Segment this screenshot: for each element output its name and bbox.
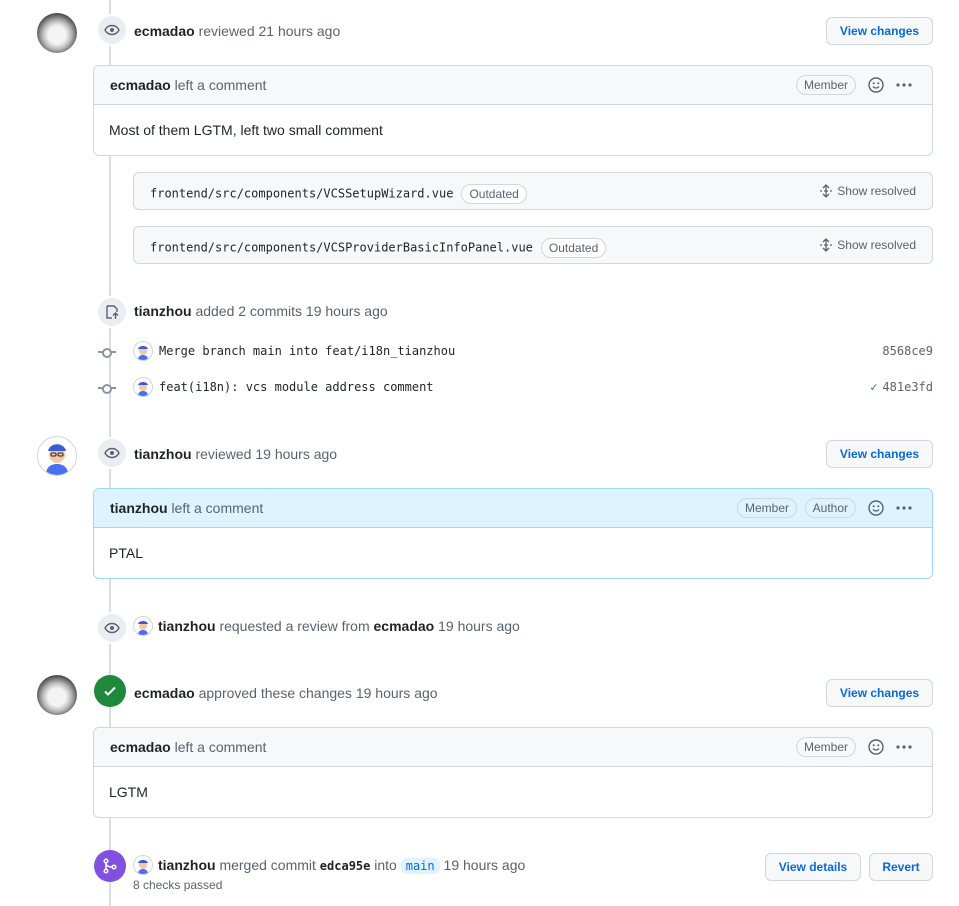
comment-body: Most of them LGTM, left two small commen… (109, 122, 383, 138)
check-circle-icon (94, 675, 126, 707)
commit-sha-link[interactable]: edca95e (320, 859, 371, 873)
eye-icon (96, 14, 128, 46)
author-label: Author (804, 498, 856, 518)
commit-icon (102, 348, 112, 358)
review-event: ecmadao reviewed 21 hours ago (134, 23, 341, 39)
push-icon (96, 296, 128, 328)
file-path[interactable]: frontend/src/components/VCSSetupWizard.v… (150, 184, 527, 204)
user-link[interactable]: tianzhou (134, 303, 192, 319)
avatar[interactable] (133, 855, 153, 875)
avatar[interactable] (133, 616, 153, 636)
view-details-button[interactable]: View details (765, 853, 861, 881)
review-thread-file[interactable]: frontend/src/components/VCSSetupWizard.v… (133, 172, 933, 210)
commit-row: Merge branch main into feat/i18n_tianzho… (98, 340, 933, 364)
revert-button[interactable]: Revert (869, 853, 933, 881)
merge-icon (94, 850, 126, 882)
view-changes-button[interactable]: View changes (826, 679, 933, 707)
avatar[interactable] (37, 13, 77, 53)
kebab-menu-icon[interactable] (895, 739, 913, 755)
avatar[interactable] (133, 377, 153, 397)
comment-body: PTAL (109, 545, 143, 561)
review-event: tianzhou reviewed 19 hours ago (134, 446, 338, 462)
branch-chip[interactable]: main (400, 858, 440, 874)
checks-status[interactable]: 8 checks passed (133, 878, 222, 892)
smiley-icon[interactable] (868, 77, 884, 93)
comment-header: tianzhou left a comment Member Author (94, 489, 932, 528)
member-label: Member (736, 498, 797, 518)
outdated-badge: Outdated (540, 238, 607, 258)
eye-icon (96, 612, 128, 644)
unfold-icon (820, 184, 833, 198)
commit-icon (102, 384, 112, 394)
outdated-badge: Outdated (461, 184, 527, 204)
member-label: Member (795, 737, 856, 757)
merge-event: tianzhou merged commit edca95e into main… (158, 857, 526, 874)
review-request-event: tianzhou requested a review from ecmadao… (158, 618, 520, 634)
show-resolved-button[interactable]: Show resolved (819, 184, 916, 198)
review-thread-file[interactable]: frontend/src/components/VCSProviderBasic… (133, 226, 933, 264)
smiley-icon[interactable] (868, 739, 884, 755)
user-link[interactable]: ecmadao (134, 23, 195, 39)
check-icon[interactable]: ✓ (870, 380, 877, 394)
eye-icon (96, 437, 128, 469)
kebab-menu-icon[interactable] (895, 500, 913, 516)
commit-message-link[interactable]: Merge branch main into feat/i18n_tianzho… (159, 344, 455, 358)
smiley-icon[interactable] (868, 500, 884, 516)
avatar[interactable] (37, 436, 77, 476)
review-comment: tianzhou left a comment Member Author PT… (93, 488, 933, 579)
show-resolved-button[interactable]: Show resolved (819, 238, 916, 252)
kebab-menu-icon[interactable] (895, 77, 913, 93)
comment-author: tianzhou left a comment (110, 500, 264, 516)
avatar[interactable] (133, 341, 153, 361)
commits-event: tianzhou added 2 commits 19 hours ago (134, 303, 388, 319)
comment-header: ecmadao left a comment Member (94, 728, 932, 767)
commit-row: feat(i18n): vcs module address comment ✓… (98, 376, 933, 400)
unfold-icon (820, 238, 833, 252)
avatar[interactable] (37, 675, 77, 715)
user-link[interactable]: ecmadao (374, 618, 435, 634)
comment-header: ecmadao left a comment Member (94, 66, 932, 105)
comment-body: LGTM (109, 784, 148, 800)
review-comment: ecmadao left a comment Member LGTM (93, 727, 933, 818)
view-changes-button[interactable]: View changes (826, 17, 933, 45)
user-link[interactable]: ecmadao (134, 685, 195, 701)
commit-message-link[interactable]: feat(i18n): vcs module address comment (159, 380, 434, 394)
comment-author: ecmadao left a comment (110, 739, 267, 755)
user-link[interactable]: tianzhou (134, 446, 192, 462)
commit-sha-link[interactable]: ✓ 481e3fd (870, 380, 933, 394)
user-link[interactable]: tianzhou (158, 618, 216, 634)
approval-event: ecmadao approved these changes 19 hours … (134, 685, 438, 701)
comment-author: ecmadao left a comment (110, 77, 267, 93)
view-changes-button[interactable]: View changes (826, 440, 933, 468)
file-path[interactable]: frontend/src/components/VCSProviderBasic… (150, 238, 607, 258)
member-label: Member (795, 75, 856, 95)
user-link[interactable]: tianzhou (158, 857, 216, 873)
commit-sha-link[interactable]: 8568ce9 (882, 344, 933, 358)
review-comment: ecmadao left a comment Member Most of th… (93, 65, 933, 156)
